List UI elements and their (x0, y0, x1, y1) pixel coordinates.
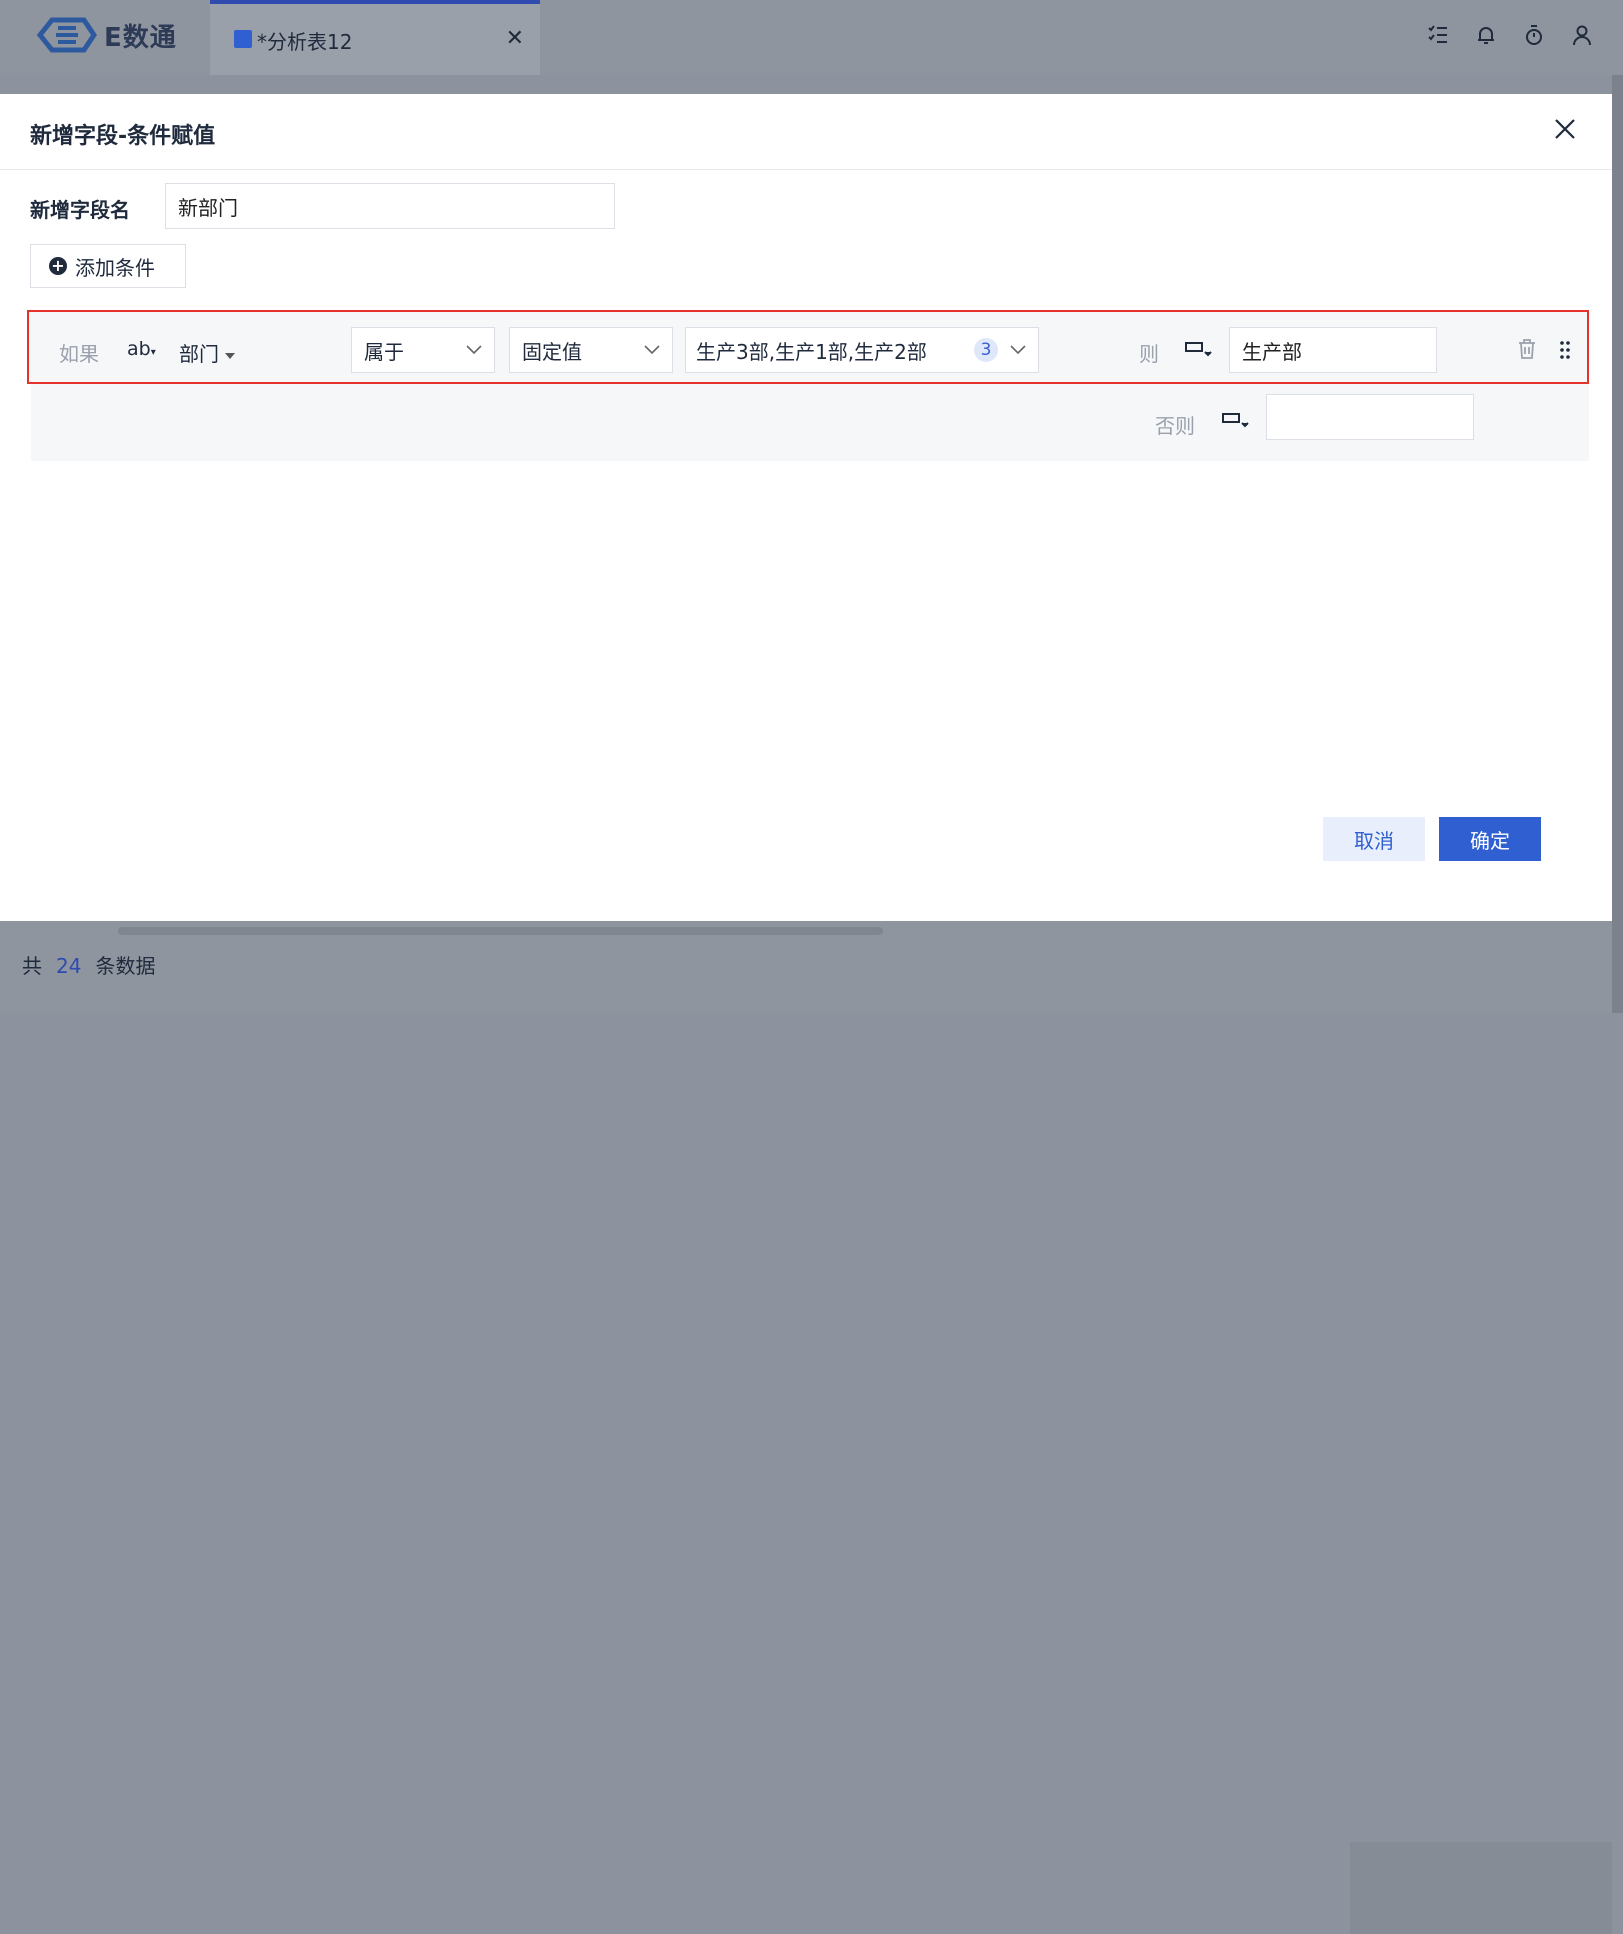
field-type-label: ab (127, 338, 151, 360)
values-multiselect[interactable]: 生产3部,生产1部,生产2部 3 (685, 327, 1039, 373)
values-text: 生产3部,生产1部,生产2部 (696, 339, 927, 364)
field-dropdown[interactable]: 部门 (179, 338, 235, 367)
chevron-down-icon: ▾ (150, 347, 156, 358)
task-list-icon[interactable] (1427, 24, 1449, 46)
condition-row: 如果 ab▾ 部门 属于 固定值 生产3部,生产1部,生产2部 3 则 (27, 310, 1589, 384)
input-type-icon[interactable] (1221, 410, 1251, 432)
else-label: 否则 (1155, 414, 1195, 438)
then-label: 则 (1139, 342, 1159, 366)
record-count: 共 24 条数据 (22, 950, 155, 979)
logo: E数通 (34, 16, 177, 54)
bell-icon[interactable] (1475, 24, 1497, 46)
then-value-input[interactable] (1229, 327, 1437, 373)
chart-icon (234, 30, 252, 48)
value-mode-select[interactable]: 固定值 (509, 327, 673, 373)
horizontal-scrollbar[interactable] (118, 927, 883, 935)
operator-select[interactable]: 属于 (351, 327, 495, 373)
field-dropdown-label: 部门 (179, 342, 219, 366)
tab-title: *分析表12 (257, 30, 353, 54)
chevron-down-icon (644, 345, 660, 355)
add-field-dialog: 新增字段-条件赋值 新增字段名 + 添加条件 如果 ab▾ 部门 属于 固定值 … (0, 94, 1612, 921)
drag-handle-icon[interactable] (1559, 340, 1571, 360)
record-count-value: 24 (56, 954, 82, 978)
logo-text: E数通 (104, 22, 177, 53)
else-value-input[interactable] (1266, 394, 1474, 440)
background-panel (1612, 75, 1623, 1013)
logo-icon (36, 17, 98, 53)
confirm-button[interactable]: 确定 (1439, 817, 1541, 861)
record-count-prefix: 共 (22, 954, 42, 978)
top-toolbar (1427, 24, 1593, 46)
chevron-down-icon (466, 345, 482, 355)
chevron-down-icon (1010, 345, 1026, 355)
operator-value: 属于 (364, 339, 404, 364)
plus-circle-icon: + (49, 257, 67, 275)
user-icon[interactable] (1571, 24, 1593, 46)
values-controls: 3 (974, 338, 1026, 362)
value-mode-value: 固定值 (522, 339, 582, 364)
trash-icon[interactable] (1517, 338, 1537, 360)
record-count-suffix: 条数据 (95, 954, 156, 978)
caret-down-icon (225, 352, 235, 359)
top-bar: E数通 *分析表12 ✕ (0, 0, 1623, 75)
timer-icon[interactable] (1523, 24, 1545, 46)
cancel-button[interactable]: 取消 (1323, 817, 1425, 861)
tab-close-icon[interactable]: ✕ (506, 26, 524, 51)
if-label: 如果 (59, 342, 99, 366)
dialog-title: 新增字段-条件赋值 (30, 124, 216, 149)
add-condition-label: 添加条件 (75, 255, 155, 280)
tab-analysis[interactable]: *分析表12 ✕ (210, 0, 540, 75)
field-name-label: 新增字段名 (30, 198, 130, 222)
dialog-header: 新增字段-条件赋值 (0, 94, 1612, 170)
input-type-icon[interactable] (1184, 339, 1214, 361)
values-count-badge: 3 (974, 338, 998, 362)
field-name-input[interactable] (165, 183, 615, 229)
else-row: 否则 (31, 384, 1589, 461)
background-block (1350, 1842, 1612, 1934)
add-condition-button[interactable]: + 添加条件 (30, 244, 186, 288)
close-icon[interactable] (1552, 116, 1578, 142)
field-type-indicator[interactable]: ab▾ (127, 338, 156, 360)
